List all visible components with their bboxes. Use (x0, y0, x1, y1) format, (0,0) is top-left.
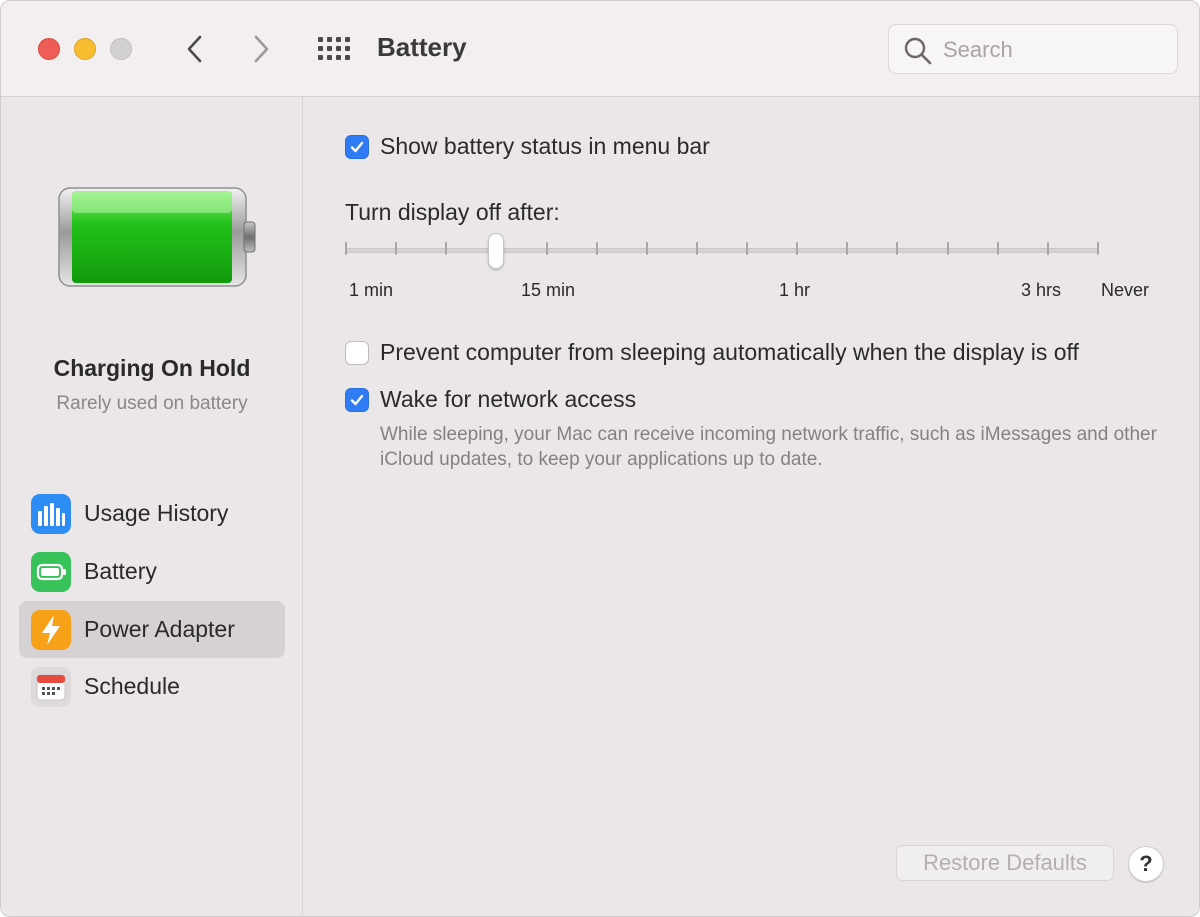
show-battery-status-checkbox[interactable] (345, 135, 369, 159)
slider-tick (345, 242, 347, 255)
slider-tick (445, 242, 448, 255)
close-button[interactable] (38, 38, 60, 60)
slider-tick (796, 242, 799, 255)
slider-tick (1097, 242, 1099, 255)
sidebar-item-label: Usage History (84, 500, 229, 526)
slider-thumb[interactable] (488, 233, 505, 269)
search-field[interactable] (888, 24, 1178, 74)
forward-button[interactable] (243, 31, 279, 67)
sidebar: Charging On Hold Rarely used on battery … (1, 97, 303, 916)
sidebar-item-label: Schedule (84, 673, 180, 699)
chevron-left-icon (187, 35, 202, 63)
checkmark-icon (350, 141, 364, 153)
calendar-icon (31, 667, 71, 707)
preferences-window: Battery Search Charging On Hold Rarely u… (0, 0, 1200, 917)
zoom-button (110, 38, 132, 60)
slider-tick (746, 242, 749, 255)
sidebar-item-label: Battery (84, 558, 157, 584)
settings-pane: Show battery status in menu bar Turn dis… (304, 97, 1199, 916)
tick-label-1-min: 1 min (349, 280, 394, 300)
slider-tick (645, 242, 648, 255)
wake-network-checkbox[interactable] (345, 388, 369, 412)
slider-tick (1046, 242, 1049, 255)
battery-status-title: Charging On Hold (53, 355, 251, 381)
show-all-button[interactable] (317, 36, 351, 62)
chevron-right-icon (254, 35, 269, 63)
sidebar-item-label: Power Adapter (84, 616, 235, 642)
slider-tick (545, 242, 548, 255)
slider-track[interactable] (345, 248, 1099, 253)
restore-defaults-button[interactable]: Restore Defaults (896, 845, 1114, 881)
lightning-bolt-icon (31, 610, 71, 650)
display-off-label: Turn display off after: (345, 199, 560, 225)
checkmark-icon (350, 394, 364, 406)
wake-network-label: Wake for network access (380, 386, 637, 412)
slider-tick (695, 242, 698, 255)
title-bar: Battery (1, 1, 1199, 97)
bar-chart-icon (31, 494, 71, 534)
prevent-sleep-checkbox[interactable] (345, 341, 369, 365)
sidebar-item-schedule[interactable]: Schedule (19, 658, 285, 715)
grid-icon (318, 37, 350, 60)
show-battery-status-label: Show battery status in menu bar (380, 133, 710, 159)
search-input[interactable] (943, 35, 1163, 65)
sidebar-item-power-adapter[interactable]: Power Adapter (19, 601, 285, 658)
battery-status-subtitle: Rarely used on battery (56, 393, 248, 414)
tick-label-1-hr: 1 hr (779, 280, 811, 300)
search-icon (904, 37, 932, 65)
prevent-sleep-label: Prevent computer from sleeping automatic… (380, 339, 1079, 365)
tick-label-15-min: 15 min (521, 280, 576, 300)
sidebar-item-usage-history[interactable]: Usage History (19, 485, 285, 542)
tick-label-never: Never (1101, 280, 1150, 300)
back-button[interactable] (177, 31, 213, 67)
slider-tick (996, 242, 999, 255)
battery-icon (31, 552, 71, 592)
sidebar-item-battery[interactable]: Battery (19, 543, 285, 600)
battery-level-icon (58, 187, 256, 287)
slider-tick (946, 242, 949, 255)
window-title: Battery (377, 32, 467, 62)
slider-tick (595, 242, 598, 255)
tick-label-3-hrs: 3 hrs (1021, 280, 1062, 300)
help-button[interactable]: ? (1128, 846, 1164, 882)
minimize-button[interactable] (74, 38, 96, 60)
slider-tick (395, 242, 398, 255)
wake-network-description: While sleeping, your Mac can receive inc… (380, 424, 1157, 470)
